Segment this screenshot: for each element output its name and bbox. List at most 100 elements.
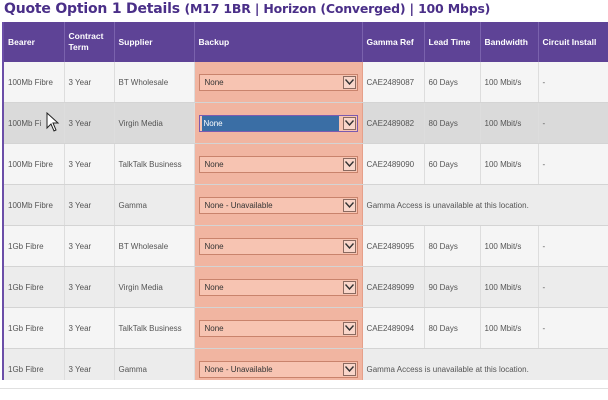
table-row: 1Gb Fibre 3 Year Gamma None - Unavailable Ga… bbox=[4, 348, 608, 380]
page-title-main: Quote Option 1 Details bbox=[4, 1, 180, 17]
chevron-down-icon[interactable] bbox=[342, 321, 356, 335]
cell-availability-note: Gamma Access is unavailable at this loca… bbox=[362, 184, 608, 226]
page-title-details: (M17 1BR | Horizon (Converged) | 100 Mbp… bbox=[184, 1, 491, 16]
cell-supplier: TalkTalk Business bbox=[114, 143, 195, 185]
cell-backup: None bbox=[194, 307, 363, 349]
cell-gamma-ref: CAE2489095 bbox=[362, 225, 425, 267]
chevron-down-icon[interactable] bbox=[342, 157, 356, 171]
quote-table-container: Bearer Contract Term Supplier Backup Gam… bbox=[2, 22, 608, 380]
backup-select[interactable]: None bbox=[198, 237, 358, 255]
cell-supplier: BT Wholesale bbox=[114, 62, 195, 103]
chevron-down-icon[interactable] bbox=[342, 198, 356, 212]
cell-lead-time: 80 Days bbox=[424, 102, 481, 144]
cell-gamma-ref: CAE2489094 bbox=[362, 307, 425, 349]
header-bandwidth[interactable]: Bandwidth bbox=[480, 22, 539, 62]
cell-gamma-ref: CAE2489099 bbox=[362, 266, 425, 308]
cell-bearer: 1Gb Fibre bbox=[4, 225, 65, 267]
chevron-down-icon[interactable] bbox=[342, 362, 356, 376]
backup-select-value: None bbox=[204, 77, 224, 87]
header-bearer[interactable]: Bearer bbox=[4, 22, 65, 62]
table-row: 1Gb Fibre 3 Year Virgin Media None CAE248909… bbox=[4, 266, 608, 308]
backup-select[interactable]: None bbox=[198, 319, 358, 337]
backup-select-value: None bbox=[204, 159, 224, 169]
cell-supplier: TalkTalk Business bbox=[114, 307, 195, 349]
cell-backup: None bbox=[194, 143, 363, 185]
cell-contract-term: 3 Year bbox=[64, 184, 115, 226]
cell-circuit-install: - bbox=[538, 102, 608, 144]
page-divider bbox=[0, 388, 608, 389]
backup-select[interactable]: None bbox=[198, 73, 358, 91]
cell-supplier: Virgin Media bbox=[114, 102, 195, 144]
cell-gamma-ref: CAE2489082 bbox=[362, 102, 425, 144]
cell-bearer: 100Mb Fibre bbox=[4, 143, 65, 185]
cell-lead-time: 90 Days bbox=[424, 266, 481, 308]
cell-backup: None bbox=[194, 62, 363, 103]
cell-bandwidth: 100 Mbit/s bbox=[480, 266, 539, 308]
cell-supplier: Gamma bbox=[114, 348, 195, 380]
header-circuit-install[interactable]: Circuit Install bbox=[538, 22, 608, 62]
cell-bearer: 100Mb Fibre bbox=[4, 62, 65, 103]
cell-lead-time: 60 Days bbox=[424, 62, 481, 103]
cell-contract-term: 3 Year bbox=[64, 266, 115, 308]
cell-backup: None bbox=[194, 102, 363, 144]
cell-backup: None bbox=[194, 266, 363, 308]
backup-select[interactable]: None bbox=[198, 155, 358, 173]
cell-backup: None - Unavailable bbox=[194, 184, 363, 226]
cell-circuit-install: - bbox=[538, 307, 608, 349]
cell-contract-term: 3 Year bbox=[64, 102, 115, 144]
cell-circuit-install: - bbox=[538, 225, 608, 267]
table-row: 1Gb Fibre 3 Year TalkTalk Business None CAE2… bbox=[4, 307, 608, 349]
cell-availability-note: Gamma Access is unavailable at this loca… bbox=[362, 348, 608, 380]
backup-select[interactable]: None - Unavailable bbox=[198, 196, 358, 214]
cell-contract-term: 3 Year bbox=[64, 307, 115, 349]
backup-select-value: None - Unavailable bbox=[204, 200, 273, 210]
table-row: 100Mb Fibre 3 Year TalkTalk Business None CA… bbox=[4, 143, 608, 185]
chevron-down-icon[interactable] bbox=[342, 116, 356, 130]
backup-select-value: None - Unavailable bbox=[204, 364, 273, 374]
header-gamma-ref[interactable]: Gamma Ref bbox=[362, 22, 425, 62]
table-row: 1Gb Fibre 3 Year BT Wholesale None CAE248909… bbox=[4, 225, 608, 267]
cell-contract-term: 3 Year bbox=[64, 225, 115, 267]
table-row: 100Mb Fi 3 Year Virgin Media None CAE2489082… bbox=[4, 102, 608, 144]
cell-gamma-ref: CAE2489087 bbox=[362, 62, 425, 103]
cell-bearer: 1Gb Fibre bbox=[4, 307, 65, 349]
cell-contract-term: 3 Year bbox=[64, 143, 115, 185]
backup-select[interactable]: None - Unavailable bbox=[198, 360, 358, 378]
cell-bearer: 1Gb Fibre bbox=[4, 266, 65, 308]
table-row: 100Mb Fibre 3 Year Gamma None - Unavailable… bbox=[4, 184, 608, 226]
cell-bearer: 1Gb Fibre bbox=[4, 348, 65, 380]
chevron-down-icon[interactable] bbox=[342, 75, 356, 89]
backup-select[interactable]: None bbox=[198, 278, 358, 296]
header-supplier[interactable]: Supplier bbox=[114, 22, 195, 62]
cell-backup: None bbox=[194, 225, 363, 267]
chevron-down-icon[interactable] bbox=[342, 280, 356, 294]
cell-lead-time: 60 Days bbox=[424, 143, 481, 185]
header-lead-time[interactable]: Lead Time bbox=[424, 22, 481, 62]
cell-circuit-install: - bbox=[538, 266, 608, 308]
cell-supplier: Virgin Media bbox=[114, 266, 195, 308]
chevron-down-icon[interactable] bbox=[342, 239, 356, 253]
cell-circuit-install: - bbox=[538, 62, 608, 103]
header-backup[interactable]: Backup bbox=[194, 22, 363, 62]
cell-bandwidth: 100 Mbit/s bbox=[480, 143, 539, 185]
backup-select-value: None bbox=[204, 323, 224, 333]
cell-bandwidth: 100 Mbit/s bbox=[480, 225, 539, 267]
cell-lead-time: 80 Days bbox=[424, 307, 481, 349]
cell-supplier: Gamma bbox=[114, 184, 195, 226]
backup-select-value: None bbox=[201, 115, 339, 131]
cell-gamma-ref: CAE2489090 bbox=[362, 143, 425, 185]
cell-bearer: 100Mb Fibre bbox=[4, 184, 65, 226]
cell-bandwidth: 100 Mbit/s bbox=[480, 102, 539, 144]
cell-bandwidth: 100 Mbit/s bbox=[480, 307, 539, 349]
backup-select[interactable]: None bbox=[198, 114, 358, 132]
table-row: 100Mb Fibre 3 Year BT Wholesale None CAE2489… bbox=[4, 62, 608, 103]
cell-backup: None - Unavailable bbox=[194, 348, 363, 380]
backup-select-value: None bbox=[204, 282, 224, 292]
cell-contract-term: 3 Year bbox=[64, 62, 115, 103]
mouse-pointer-icon bbox=[46, 112, 60, 132]
header-contract-term[interactable]: Contract Term bbox=[64, 22, 115, 62]
cell-lead-time: 80 Days bbox=[424, 225, 481, 267]
cell-supplier: BT Wholesale bbox=[114, 225, 195, 267]
cell-bandwidth: 100 Mbit/s bbox=[480, 62, 539, 103]
quote-options-table: Bearer Contract Term Supplier Backup Gam… bbox=[4, 22, 608, 380]
